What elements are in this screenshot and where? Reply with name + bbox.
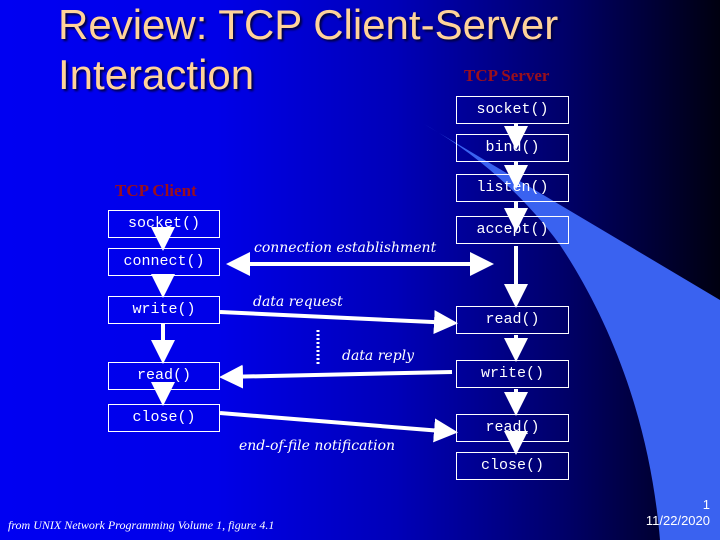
data-request-label: data request — [253, 294, 343, 310]
server-listen-box: listen() — [456, 174, 569, 202]
client-close-box: close() — [108, 404, 220, 432]
eof-label: end-of-file notification — [239, 438, 396, 454]
page-number: 1 — [702, 497, 710, 512]
page-info: 1 11/22/2020 — [646, 497, 710, 529]
server-read2-box: read() — [456, 414, 569, 442]
server-close-box: close() — [456, 452, 569, 480]
client-read-box: read() — [108, 362, 220, 390]
server-bind-box: bind() — [456, 134, 569, 162]
client-socket-box: socket() — [108, 210, 220, 238]
server-read-box: read() — [456, 306, 569, 334]
client-connect-box: connect() — [108, 248, 220, 276]
connection-label: connection establishment — [254, 240, 437, 256]
slide-date: 11/22/2020 — [645, 513, 710, 528]
server-accept-box: accept() — [456, 216, 569, 244]
data-request-arrow — [219, 310, 458, 335]
source-citation: from UNIX Network Programming Volume 1, … — [8, 518, 275, 532]
client-write-box: write() — [108, 296, 220, 324]
data-reply-label: data reply — [342, 348, 415, 364]
server-write-box: write() — [456, 360, 569, 388]
eof-arrow — [219, 411, 458, 443]
data-reply-arrow — [219, 364, 453, 389]
server-socket-box: socket() — [456, 96, 569, 124]
